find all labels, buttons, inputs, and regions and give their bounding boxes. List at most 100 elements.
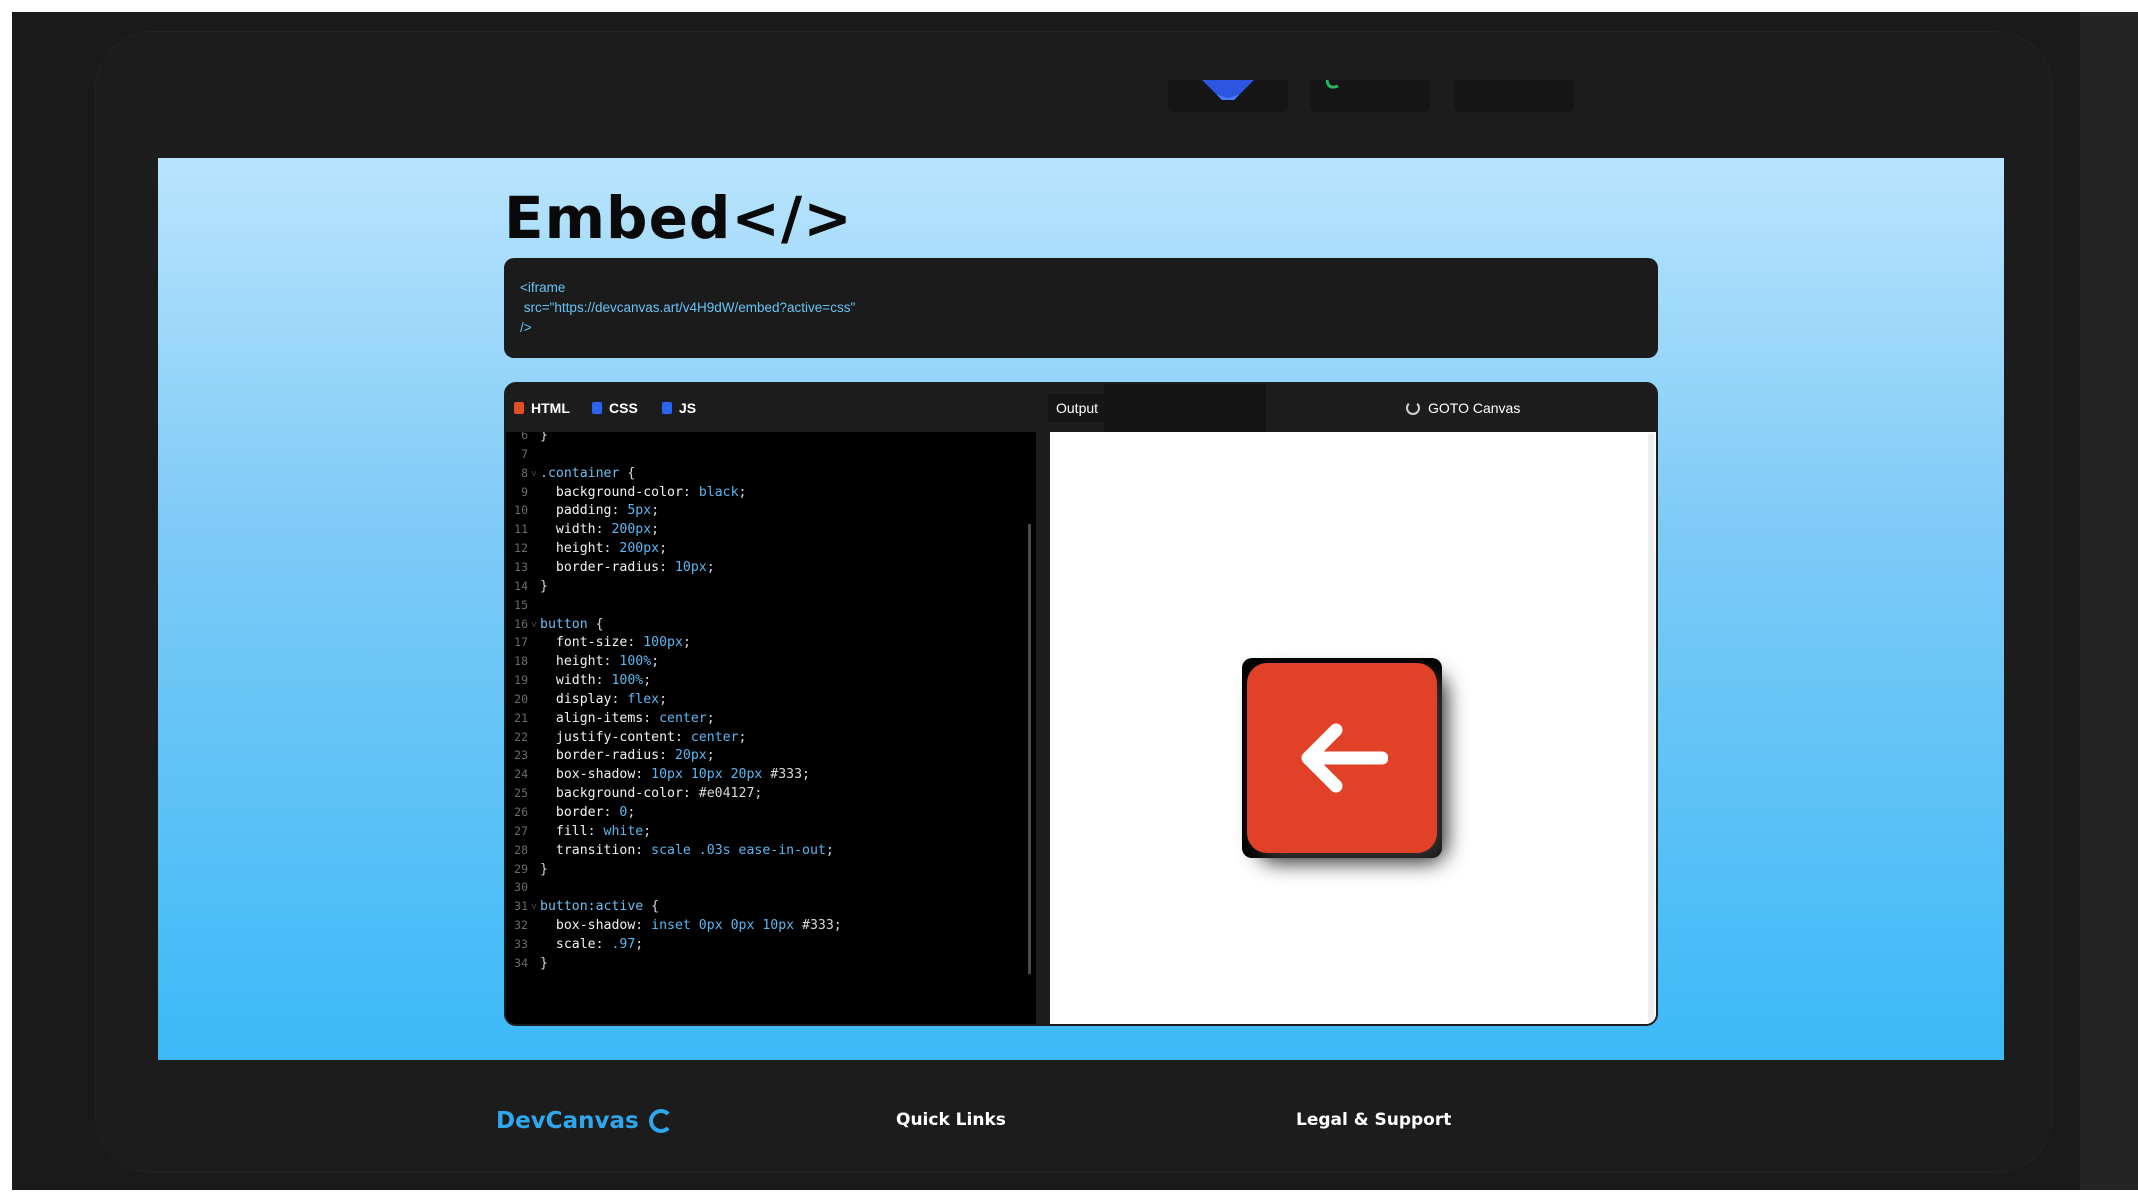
code-token: 100% [611,673,644,689]
line-number: 7 [521,446,528,461]
tab-js[interactable]: JS [662,384,696,432]
css-code-editor[interactable]: 6} 7 8 ˅ .container {9 background-color: bla… [506,432,1036,1024]
code-token: font-size [540,635,628,651]
code-token: ; [659,691,668,707]
editor-tabbar: HTML CSS JS Output GOTO Canvas [506,384,1656,432]
embed-code-block[interactable]: <iframe src="https://devcanvas.art/v4H9d… [504,258,1658,358]
code-token: } [540,955,548,971]
code-token: 5px [627,503,652,519]
js-icon [662,402,672,414]
code-line: 9 background-color: black; [506,483,746,502]
line-number: 23 [514,748,528,763]
code-token: 20px [674,748,707,764]
line-number: 17 [514,635,528,650]
preview-container [1242,658,1442,858]
code-line: 6} [506,432,548,445]
code-token: center [659,710,707,726]
code-token: scale [540,936,596,952]
arrow-left-icon [1301,723,1388,793]
tab-css[interactable]: CSS [592,384,638,432]
refresh-icon [1406,401,1420,415]
fold-chevron-icon[interactable]: ˅ [528,465,540,484]
code-line: 33 scale: .97; [506,935,643,954]
code-token: ; [635,936,644,952]
code-token: : [595,522,612,538]
fold-chevron-icon[interactable]: ˅ [528,898,540,917]
line-number: 13 [514,559,528,574]
top-tab-1[interactable] [1168,80,1288,112]
code-token: ; [659,541,668,557]
preview-arrow-button[interactable] [1247,663,1437,853]
code-line: 20 display: flex; [506,690,667,709]
code-line: 23 border-radius: 20px; [506,746,715,765]
code-token: border-radius [540,748,660,764]
top-tab-3[interactable] [1454,80,1574,112]
line-number: 16 [514,616,528,631]
code-line: 32 box-shadow: inset 0px 0px 10px #333; [506,916,842,935]
code-token: box-shadow [540,767,636,783]
footer-quick-links: Quick Links [896,1110,1006,1130]
line-number: 6 [521,432,528,442]
goto-canvas-label: GOTO Canvas [1428,400,1521,416]
pane-divider[interactable] [1036,432,1050,1024]
code-line: 19 width: 100%; [506,671,651,690]
code-token: padding [540,503,612,519]
code-token: ; [627,805,636,820]
html5-icon [514,402,524,414]
code-token: : [603,805,620,820]
code-token: #333; [794,918,842,934]
code-token: align-items [540,710,644,726]
code-token: ; [738,729,747,745]
code-scrollbar[interactable] [1028,524,1031,974]
code-token: 100px [643,635,683,651]
line-number: 26 [514,805,528,819]
line-number: 20 [514,691,528,706]
code-token: ; [706,559,715,575]
code-token: border-radius [540,559,660,575]
code-token: inset 0px 0px 10px [651,918,795,934]
line-number: 24 [514,767,528,782]
output-tab-spacer [1104,384,1266,432]
line-number: 21 [514,710,528,725]
code-token: ; [706,748,715,764]
code-line: 16 ˅ button { [506,615,604,635]
top-tab-2[interactable] [1310,80,1430,112]
tab-css-label: CSS [609,400,638,416]
code-line: 31 ˅ button:active { [506,897,659,916]
line-number: 25 [514,786,528,801]
embed-code-line: <iframe [520,280,566,295]
code-token: ; [643,823,652,839]
code-line: 34} [506,954,548,973]
code-token: : [659,748,675,764]
output-preview [1050,432,1656,1024]
line-number: 31 [514,899,528,914]
tab-html[interactable]: HTML [514,384,570,432]
code-line: 21 align-items: center; [506,709,715,728]
code-token: { [619,465,636,481]
code-line: 29} [506,860,548,879]
code-token: ; [651,654,660,670]
code-token: ; [825,842,834,858]
fold-chevron-icon[interactable]: ˅ [528,616,540,635]
footer-brand[interactable]: DevCanvas [496,1108,673,1134]
goto-canvas-button[interactable]: GOTO Canvas [1406,384,1520,432]
code-token: : [635,767,652,783]
code-line: 10 padding: 5px; [506,501,659,520]
code-line: 11 width: 200px; [506,520,659,539]
code-token: { [587,616,604,632]
embed-code-line: src="https://devcanvas.art/v4H9dW/embed?… [520,300,856,315]
line-number: 9 [521,484,528,499]
brand-name: DevCanvas [496,1108,639,1134]
code-token: : [611,691,628,707]
code-token: : [603,541,620,557]
code-line: 7 [506,445,540,464]
code-line: 30 [506,878,540,897]
code-token: justify-content [540,729,675,745]
code-token: button [540,616,588,632]
code-token: ; [643,673,652,689]
code-token: : [674,729,691,745]
output-scrollbar[interactable] [1648,434,1654,1022]
code-token: : [635,842,652,858]
code-token: 200px [611,522,652,538]
code-token: width [540,522,596,538]
